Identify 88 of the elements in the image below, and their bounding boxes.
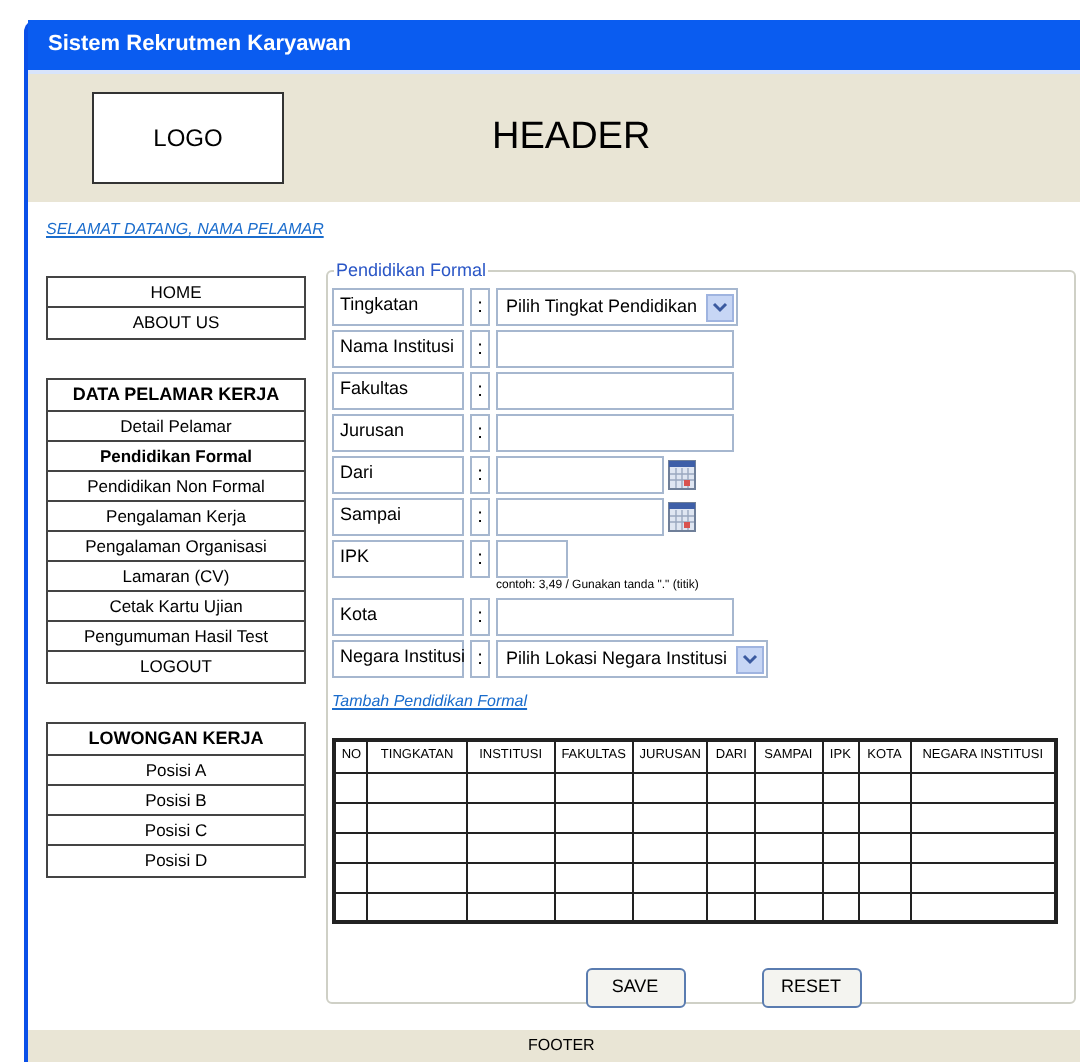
input-field[interactable] [496, 598, 734, 636]
menu-item[interactable]: Cetak Kartu Ujian [48, 592, 304, 622]
table-cell [466, 772, 555, 802]
menu-item[interactable]: Posisi D [48, 846, 304, 876]
table-cell [554, 802, 633, 832]
menu-item[interactable]: HOME [48, 278, 304, 308]
form-button[interactable]: RESET [761, 968, 861, 1008]
date-field[interactable] [496, 498, 664, 536]
table-cell [858, 862, 911, 892]
field-label: Sampai [332, 498, 464, 536]
table-cell [822, 832, 859, 862]
welcome-link[interactable]: SELAMAT DATANG, NAMA PELAMAR [46, 218, 1080, 242]
table-cell [554, 832, 633, 862]
window-title: Sistem Rekrutmen Karyawan [28, 20, 1080, 70]
colon-label: : [470, 288, 490, 326]
table-cell [466, 832, 555, 862]
menu-item[interactable]: Posisi C [48, 816, 304, 846]
table-cell [707, 862, 755, 892]
menu-item[interactable]: Posisi A [48, 756, 304, 786]
colon-label: : [470, 330, 490, 368]
input-field[interactable] [496, 330, 734, 368]
colon-label: : [470, 414, 490, 452]
table-cell [858, 832, 911, 862]
table-cell [822, 802, 859, 832]
table-cell [632, 832, 708, 862]
select-field[interactable]: Pilih Lokasi Negara Institusi [496, 640, 768, 678]
menu-item[interactable]: Pendidikan Formal [48, 442, 304, 472]
menu-item[interactable]: Pengumuman Hasil Test [48, 622, 304, 652]
table-cell [632, 772, 708, 802]
table-cell [822, 772, 859, 802]
add-link[interactable]: Tambah Pendidikan Formal [332, 690, 528, 714]
table-cell [367, 832, 467, 862]
field-label: IPK [332, 540, 464, 578]
colon-label: : [470, 640, 490, 678]
field-label: Negara Institusi [332, 640, 464, 678]
table-cell [707, 772, 755, 802]
field-label: Dari [332, 456, 464, 494]
select-value: Pilih Tingkat Pendidikan [506, 293, 698, 320]
field-label: Jurusan [332, 414, 464, 452]
field-label: Kota [332, 598, 464, 636]
menu-item[interactable]: Pengalaman Organisasi [48, 532, 304, 562]
form-button[interactable]: SAVE [585, 968, 685, 1008]
table-cell [754, 772, 823, 802]
select-value: Pilih Lokasi Negara Institusi [506, 645, 728, 672]
table-cell [754, 802, 823, 832]
input-field[interactable] [496, 414, 734, 452]
input-field[interactable] [496, 540, 568, 578]
table-cell [554, 862, 633, 892]
table-cell [632, 862, 708, 892]
menu-heading: LOWONGAN KERJA [48, 724, 304, 756]
menu-item[interactable]: ABOUT US [48, 308, 304, 338]
table-cell [858, 802, 911, 832]
colon-label: : [470, 498, 490, 536]
field-label: Nama Institusi [332, 330, 464, 368]
menu-item[interactable]: LOGOUT [48, 652, 304, 682]
table-cell [707, 832, 755, 862]
table-cell [367, 802, 467, 832]
menu-item[interactable]: Pendidikan Non Formal [48, 472, 304, 502]
colon-label: : [470, 540, 490, 578]
menu-heading: DATA PELAMAR KERJA [48, 380, 304, 412]
table-cell [554, 772, 633, 802]
header-title: HEADER [492, 113, 651, 162]
calendar-icon[interactable] [668, 460, 696, 490]
menu-item[interactable]: Lamaran (CV) [48, 562, 304, 592]
table-cell [632, 802, 708, 832]
colon-label: : [470, 456, 490, 494]
footer-text: FOOTER [528, 1034, 595, 1058]
menu-item[interactable]: Posisi B [48, 786, 304, 816]
field-label: Fakultas [332, 372, 464, 410]
table-cell [822, 862, 859, 892]
table-cell [466, 802, 555, 832]
table-cell [707, 802, 755, 832]
select-field[interactable]: Pilih Tingkat Pendidikan [496, 288, 738, 326]
table-cell [754, 832, 823, 862]
colon-label: : [470, 598, 490, 636]
colon-label: : [470, 372, 490, 410]
menu-item[interactable]: Pengalaman Kerja [48, 502, 304, 532]
table-cell [858, 772, 911, 802]
table-cell [367, 862, 467, 892]
field-label: Tingkatan [332, 288, 464, 326]
menu-item[interactable]: Detail Pelamar [48, 412, 304, 442]
input-field[interactable] [496, 372, 734, 410]
table-cell [367, 772, 467, 802]
table-cell [754, 862, 823, 892]
date-field[interactable] [496, 456, 664, 494]
logo: LOGO [92, 92, 284, 184]
table-cell [466, 862, 555, 892]
calendar-icon[interactable] [668, 502, 696, 532]
